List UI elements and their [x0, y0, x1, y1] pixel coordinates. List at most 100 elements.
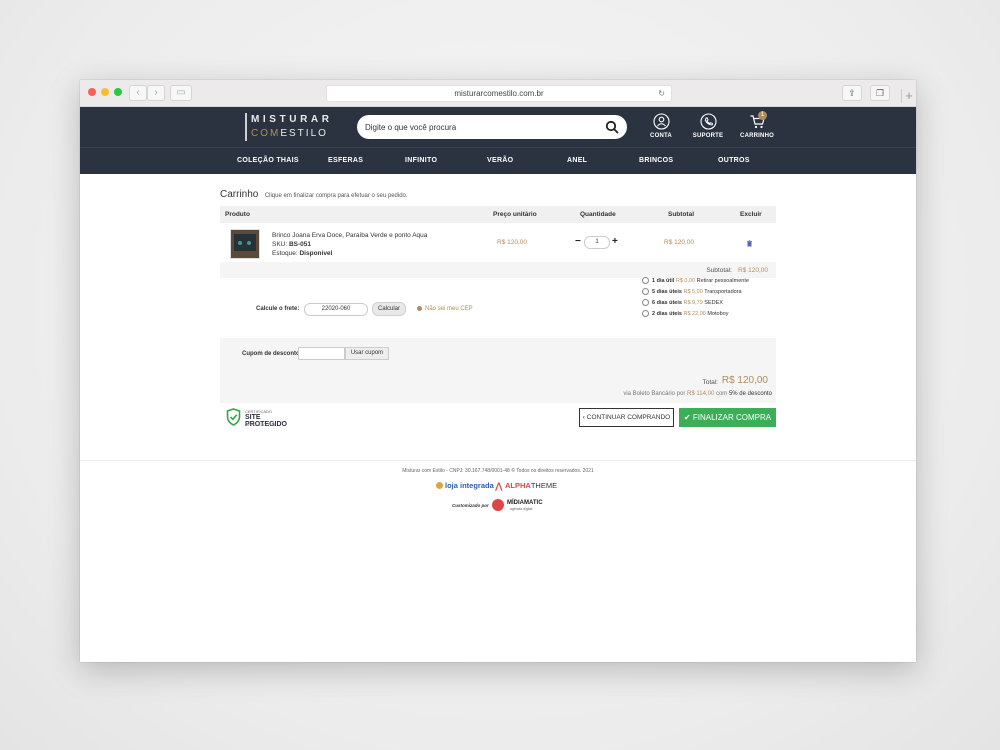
logo-com: COM: [251, 128, 281, 139]
boleto-discount-note: via Boleto Bancário por R$ 114,00 com 5%…: [623, 391, 772, 397]
product-name[interactable]: Brinco Joana Erva Doce, Paraíba Verde e …: [272, 232, 427, 239]
shipping-option[interactable]: 5 dias úteis R$ 5,00 Transportadora: [642, 288, 742, 295]
shipping-days: 2 dias úteis: [652, 310, 682, 317]
line-subtotal: R$ 120,00: [664, 239, 694, 246]
nav-item-esferas[interactable]: ESFERAS: [328, 157, 363, 164]
shipping-name: Motoboy: [707, 310, 729, 317]
loja-integrada-logo[interactable]: loja integrada: [436, 481, 494, 490]
customized-by-text: Customizado por: [452, 503, 489, 508]
table-row: Brinco Joana Erva Doce, Paraíba Verde e …: [220, 223, 776, 262]
freight-label: Calcule o frete:: [256, 306, 300, 312]
info-icon: [417, 306, 422, 311]
shipping-option[interactable]: 6 dias úteis R$ 9,79 SEDEX: [642, 299, 723, 306]
radio-icon[interactable]: [642, 299, 649, 306]
tabs-overview-icon[interactable]: ❐: [870, 85, 890, 101]
shipping-price: R$ 5,00: [683, 288, 703, 295]
cep-input[interactable]: 22020-060: [304, 303, 368, 316]
shipping-option[interactable]: 1 dia útil R$ 0,00 Retirar pessoalmente: [642, 277, 749, 284]
cart-table-header: Produto Preço unitário Quantidade Subtot…: [220, 206, 776, 223]
minimize-window-icon[interactable]: [101, 88, 109, 96]
shipping-days: 1 dia útil: [652, 277, 675, 284]
logo-line2: COMESTILO: [251, 128, 328, 139]
col-remove: Excluir: [740, 211, 762, 218]
quantity-input[interactable]: 1: [584, 236, 610, 249]
footer-partner-logos: loja integrada ⋀ ALPHATHEME: [436, 481, 566, 493]
reload-icon[interactable]: ↻: [658, 86, 665, 101]
nav-item-verao[interactable]: VERÃO: [487, 157, 513, 164]
shield-check-icon: [226, 408, 241, 426]
use-coupon-button[interactable]: Usar cupom: [345, 347, 389, 360]
site-header: MISTURAR COMESTILO CONTA SUPORTE: [80, 107, 916, 147]
freight-section: Calcule o frete: 22020-060 Calcular Não …: [220, 277, 776, 338]
continue-shopping-button[interactable]: ‹ CONTINUAR COMPRANDO: [579, 408, 674, 427]
shipping-days: 6 dias úteis: [652, 299, 682, 306]
col-subtotal: Subtotal: [668, 211, 694, 218]
footer-divider: [80, 460, 916, 461]
product-thumbnail[interactable]: [230, 229, 260, 259]
boleto-middle: com: [715, 391, 728, 397]
shipping-name: Retirar pessoalmente: [696, 277, 749, 284]
back-arrow-icon[interactable]: ‹: [129, 85, 147, 101]
logo-line1: MISTURAR: [251, 114, 333, 125]
nav-item-brincos[interactable]: BRINCOS: [639, 157, 673, 164]
page-subtitle: Clique em finalizar compra para efetuar …: [264, 193, 408, 199]
coupon-label: Cupom de desconto:: [242, 351, 302, 357]
logo-bar: [245, 113, 247, 141]
decrease-quantity-button[interactable]: −: [575, 235, 581, 249]
forward-arrow-icon[interactable]: ›: [147, 85, 165, 101]
shipping-option[interactable]: 2 dias úteis R$ 22,00 Motoboy: [642, 310, 728, 317]
product-image: [234, 234, 256, 251]
radio-icon[interactable]: [642, 288, 649, 295]
trash-icon[interactable]: [746, 240, 753, 247]
nav-item-colecao-thais[interactable]: COLEÇÃO THAIS: [237, 157, 299, 164]
check-icon: ✔: [683, 413, 691, 422]
radio-icon[interactable]: [642, 277, 649, 284]
phone-icon: [699, 113, 717, 130]
nav-item-anel[interactable]: ANEL: [567, 157, 587, 164]
shipping-price: R$ 22,00: [683, 310, 706, 317]
coupon-section: Cupom de desconto: Usar cupom Total: R$ …: [220, 338, 776, 403]
support-label: SUPORTE: [692, 133, 724, 139]
shipping-name: SEDEX: [704, 299, 723, 306]
midiamatic-logo[interactable]: MÍDIAMATIC: [507, 500, 543, 506]
col-quantity: Quantidade: [580, 211, 616, 218]
new-tab-icon[interactable]: +: [901, 89, 916, 103]
account-link[interactable]: CONTA: [643, 113, 679, 139]
category-nav: COLEÇÃO THAIS ESFERAS INFINITO VERÃO ANE…: [80, 147, 916, 174]
site-logo[interactable]: MISTURAR COMESTILO: [245, 113, 329, 141]
seal-line3: CERTIFICADO SSL: [245, 423, 277, 427]
sidebar-toggle-icon[interactable]: ▭: [170, 85, 192, 101]
close-window-icon[interactable]: [88, 88, 96, 96]
maximize-window-icon[interactable]: [114, 88, 122, 96]
user-icon: [652, 113, 670, 130]
increase-quantity-button[interactable]: +: [612, 235, 618, 249]
address-bar[interactable]: misturarcomestilo.com.br ↻: [326, 85, 672, 102]
support-link[interactable]: SUPORTE: [690, 113, 726, 139]
share-icon[interactable]: ⇪: [842, 85, 862, 101]
radio-icon[interactable]: [642, 310, 649, 317]
finish-purchase-button[interactable]: ✔ FINALIZAR COMPRA: [679, 408, 776, 427]
theme-text: THEME: [530, 481, 558, 490]
coupon-input[interactable]: [298, 347, 345, 360]
product-info: Brinco Joana Erva Doce, Paraíba Verde e …: [272, 231, 427, 258]
cart-heading: Carrinho Clique em finalizar compra para…: [220, 184, 408, 202]
search-input[interactable]: [365, 120, 595, 134]
cart-link[interactable]: 1 CARRINHO: [737, 111, 777, 139]
continue-shopping-label: CONTINUAR COMPRANDO: [586, 414, 671, 421]
alphatheme-icon: ⋀: [495, 481, 503, 491]
search-icon[interactable]: [605, 120, 619, 134]
nav-item-outros[interactable]: OUTROS: [718, 157, 750, 164]
midiamatic-icon: [492, 499, 504, 511]
nav-item-infinito[interactable]: INFINITO: [405, 157, 437, 164]
alpha-text: ALPHA: [505, 481, 531, 490]
security-seal: CERTIFICADO SITE PROTEGIDO CERTIFICADO S…: [226, 407, 296, 429]
shipping-price: R$ 9,79: [683, 299, 703, 306]
dont-know-cep-text: Não sei meu CEP: [425, 306, 473, 313]
logo-estilo: ESTILO: [280, 128, 328, 139]
shipping-price: R$ 0,00: [675, 277, 696, 284]
alphatheme-logo[interactable]: ⋀ ALPHATHEME: [495, 481, 558, 491]
dont-know-cep-link[interactable]: Não sei meu CEP: [417, 306, 473, 312]
finish-purchase-label: FINALIZAR COMPRA: [692, 413, 772, 422]
calculate-freight-button[interactable]: Calcular: [372, 302, 406, 316]
account-label: CONTA: [650, 133, 672, 139]
